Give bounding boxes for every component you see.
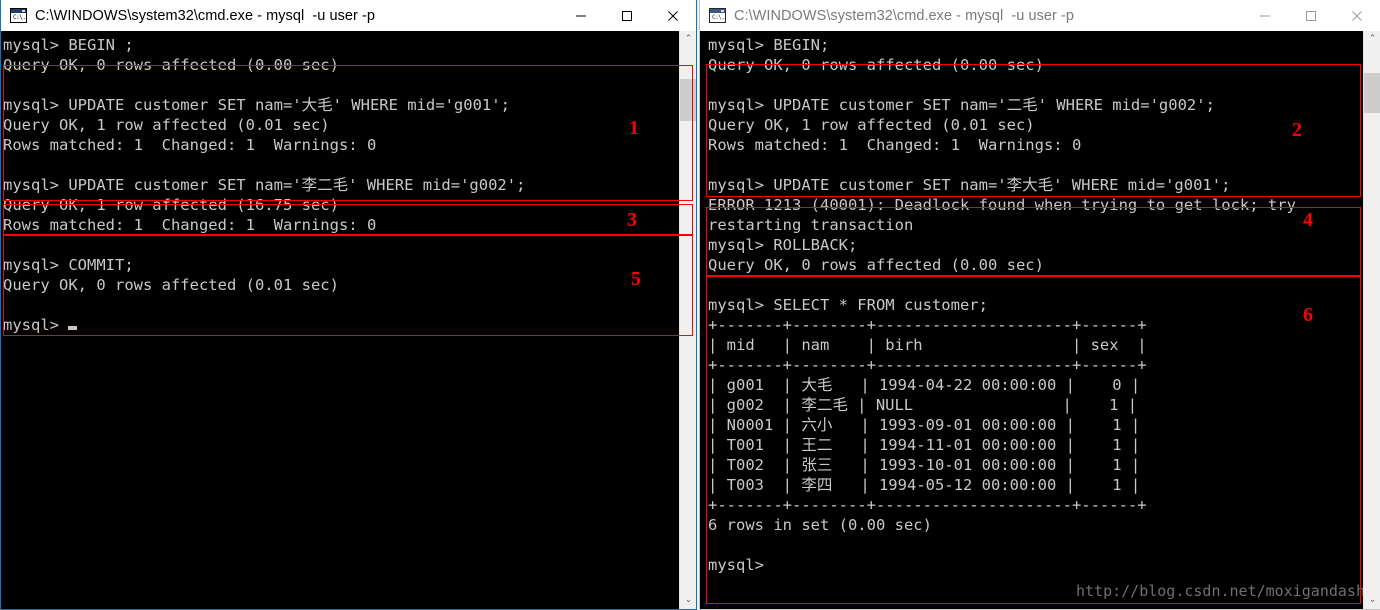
window-controls-left: [558, 0, 696, 31]
screen-root: C:\. C:\WINDOWS\system32\cmd.exe - mysql…: [0, 0, 1380, 610]
scroll-down-arrow-right[interactable]: ⌄: [1364, 592, 1380, 609]
minimize-button-right[interactable]: [1242, 0, 1288, 31]
console-line: | T002 | 张三 | 1993-10-01 00:00:00 | 1 |: [708, 456, 1141, 474]
console-line: mysql> COMMIT;: [3, 256, 134, 274]
console-line: restarting transaction: [708, 216, 914, 234]
console-line: mysql>: [3, 315, 696, 335]
console-line: 6 rows in set (0.00 sec): [708, 516, 932, 534]
console-line: | N0001 | 六小 | 1993-09-01 00:00:00 | 1 |: [708, 416, 1141, 434]
watermark-right: http://blog.csdn.net/moxigandashu: [1075, 582, 1374, 600]
console-line: Rows matched: 1 Changed: 1 Warnings: 0: [708, 136, 1082, 154]
annotation-number-1: 1: [629, 117, 639, 139]
console-line: mysql> UPDATE customer SET nam='李二毛' WHE…: [3, 176, 526, 194]
close-button-right[interactable]: [1334, 0, 1380, 31]
annotation-number-2: 2: [1292, 119, 1302, 141]
console-line: +-------+--------+---------------------+…: [708, 356, 1147, 374]
console-line: Query OK, 1 row affected (0.01 sec): [708, 116, 1035, 134]
console-line: | g002 | 李二毛 | NULL | 1 |: [708, 396, 1138, 414]
console-right[interactable]: mysql> BEGIN; Query OK, 0 rows affected (…: [700, 31, 1380, 609]
title-bar-right[interactable]: C:\. C:\WINDOWS\system32\cmd.exe - mysql…: [700, 0, 1380, 31]
scrollbar-left[interactable]: ⌃ ⌄: [679, 31, 696, 609]
console-line: mysql> ROLLBACK;: [708, 236, 858, 254]
cmd-window-left[interactable]: C:\. C:\WINDOWS\system32\cmd.exe - mysql…: [0, 0, 697, 610]
text-cursor: [68, 326, 78, 330]
console-line: mysql> BEGIN;: [708, 36, 830, 54]
console-line: Query OK, 0 rows affected (0.01 sec): [3, 276, 339, 294]
console-line: | T001 | 王二 | 1994-11-01 00:00:00 | 1 |: [708, 436, 1141, 454]
window-title-left: C:\WINDOWS\system32\cmd.exe - mysql -u u…: [35, 7, 375, 24]
console-line: +-------+--------+---------------------+…: [708, 316, 1147, 334]
window-title-right: C:\WINDOWS\system32\cmd.exe - mysql -u u…: [734, 7, 1074, 24]
cmd-icon: C:\.: [10, 8, 27, 23]
maximize-button-right[interactable]: [1288, 0, 1334, 31]
scroll-down-arrow-left[interactable]: ⌄: [680, 592, 696, 609]
console-line: ERROR 1213 (40001): Deadlock found when …: [708, 196, 1296, 214]
console-line: mysql> UPDATE customer SET nam='李大毛' WHE…: [708, 176, 1231, 194]
annotation-number-3: 3: [627, 209, 637, 231]
scroll-up-arrow-right[interactable]: ⌃: [1364, 31, 1380, 48]
console-line: Query OK, 1 row affected (16.75 sec): [3, 196, 339, 214]
console-line: Rows matched: 1 Changed: 1 Warnings: 0: [3, 216, 377, 234]
console-line: mysql> SELECT * FROM customer;: [708, 296, 988, 314]
title-bar-left[interactable]: C:\. C:\WINDOWS\system32\cmd.exe - mysql…: [1, 0, 696, 31]
console-line: Query OK, 1 row affected (0.01 sec): [3, 116, 330, 134]
scroll-thumb-left[interactable]: [680, 79, 696, 121]
annotation-number-4: 4: [1303, 209, 1313, 231]
console-output-left: mysql> BEGIN ; Query OK, 0 rows affected …: [1, 31, 696, 609]
console-line: mysql> BEGIN ;: [3, 36, 134, 54]
close-button-left[interactable]: [650, 0, 696, 31]
cmd-icon: C:\.: [709, 8, 726, 23]
maximize-button-left[interactable]: [604, 0, 650, 31]
cmd-window-right[interactable]: C:\. C:\WINDOWS\system32\cmd.exe - mysql…: [699, 0, 1380, 610]
annotation-number-5: 5: [631, 268, 641, 290]
console-line: +-------+--------+---------------------+…: [708, 496, 1147, 514]
scroll-thumb-right[interactable]: [1364, 73, 1380, 113]
console-line: mysql> UPDATE customer SET nam='大毛' WHER…: [3, 96, 510, 114]
console-line: | g001 | 大毛 | 1994-04-22 00:00:00 | 0 |: [708, 376, 1141, 394]
console-line: | mid | nam | birh | sex |: [708, 336, 1147, 354]
scroll-up-arrow-left[interactable]: ⌃: [680, 31, 696, 48]
console-line: | T003 | 李四 | 1994-05-12 00:00:00 | 1 |: [708, 476, 1141, 494]
console-left[interactable]: mysql> BEGIN ; Query OK, 0 rows affected …: [1, 31, 696, 609]
console-line: mysql> UPDATE customer SET nam='二毛' WHER…: [708, 96, 1215, 114]
annotation-number-6: 6: [1303, 304, 1313, 326]
console-output-right: mysql> BEGIN; Query OK, 0 rows affected (…: [700, 31, 1380, 609]
window-controls-right: [1242, 0, 1380, 31]
console-line: Query OK, 0 rows affected (0.00 sec): [3, 56, 339, 74]
scrollbar-right[interactable]: ⌃ ⌄: [1363, 31, 1380, 609]
minimize-button-left[interactable]: [558, 0, 604, 31]
console-line: Query OK, 0 rows affected (0.00 sec): [708, 256, 1044, 274]
console-line: Query OK, 0 rows affected (0.00 sec): [708, 56, 1044, 74]
console-line: Rows matched: 1 Changed: 1 Warnings: 0: [3, 136, 377, 154]
console-line: mysql>: [708, 556, 764, 574]
